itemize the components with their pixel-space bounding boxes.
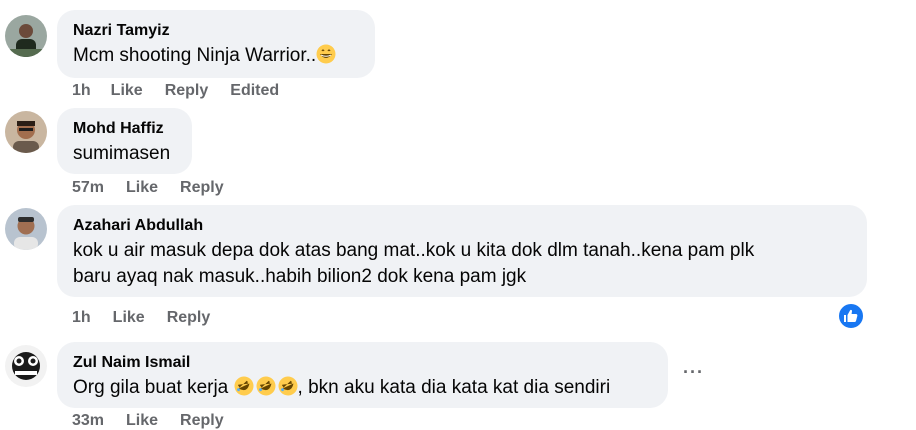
like-button[interactable]: Like	[111, 82, 143, 100]
rolling-laughing-emoji	[278, 376, 298, 396]
comment-text: sumimasen	[73, 143, 171, 164]
comment-text-line-1: kok u air masuk depa dok atas bang mat..…	[73, 240, 755, 261]
comment-text: Org gila buat kerja , bkn aku kata dia k…	[73, 375, 652, 401]
avatar[interactable]	[5, 345, 47, 387]
more-options-icon[interactable]: ···	[683, 362, 704, 383]
timestamp[interactable]: 33m	[72, 412, 104, 430]
reply-button[interactable]: Reply	[180, 179, 224, 197]
comment-text: Mcm shooting Ninja Warrior..	[73, 43, 359, 69]
reply-button[interactable]: Reply	[180, 412, 224, 430]
comment-bubble: Nazri Tamyiz Mcm shooting Ninja Warrior.…	[57, 10, 375, 78]
thumbs-up-icon[interactable]	[837, 302, 865, 330]
comment-author[interactable]: Nazri Tamyiz	[73, 21, 359, 41]
comment-text-line-2: baru ayaq nak masuk..habih bilion2 dok k…	[73, 266, 527, 287]
like-button[interactable]: Like	[113, 309, 145, 327]
comment-actions: 57m Like Reply	[72, 179, 224, 197]
comment-author[interactable]: Mohd Haffiz	[73, 119, 176, 139]
comment-bubble: Mohd Haffiz sumimasen	[57, 108, 192, 174]
grinning-face-emoji	[316, 44, 336, 64]
avatar[interactable]	[5, 111, 47, 153]
like-button[interactable]: Like	[126, 179, 158, 197]
comment-actions: 33m Like Reply	[72, 412, 224, 430]
rolling-laughing-emoji	[256, 376, 276, 396]
avatar[interactable]	[5, 15, 47, 57]
comment-actions: 1h Like Reply	[72, 309, 210, 327]
like-button[interactable]: Like	[126, 412, 158, 430]
edited-label[interactable]: Edited	[230, 82, 279, 100]
reply-button[interactable]: Reply	[167, 309, 211, 327]
comment-bubble: Azahari Abdullah kok u air masuk depa do…	[57, 205, 867, 297]
comment-bubble: Zul Naim Ismail Org gila buat kerja , bk…	[57, 342, 668, 408]
comment-actions: 1h Like Reply Edited	[72, 82, 279, 100]
timestamp[interactable]: 1h	[72, 82, 91, 100]
rolling-laughing-emoji	[234, 376, 254, 396]
avatar[interactable]	[5, 208, 47, 250]
reply-button[interactable]: Reply	[165, 82, 209, 100]
comment-author[interactable]: Zul Naim Ismail	[73, 353, 652, 373]
timestamp[interactable]: 57m	[72, 179, 104, 197]
timestamp[interactable]: 1h	[72, 309, 91, 327]
comment-author[interactable]: Azahari Abdullah	[73, 216, 851, 236]
